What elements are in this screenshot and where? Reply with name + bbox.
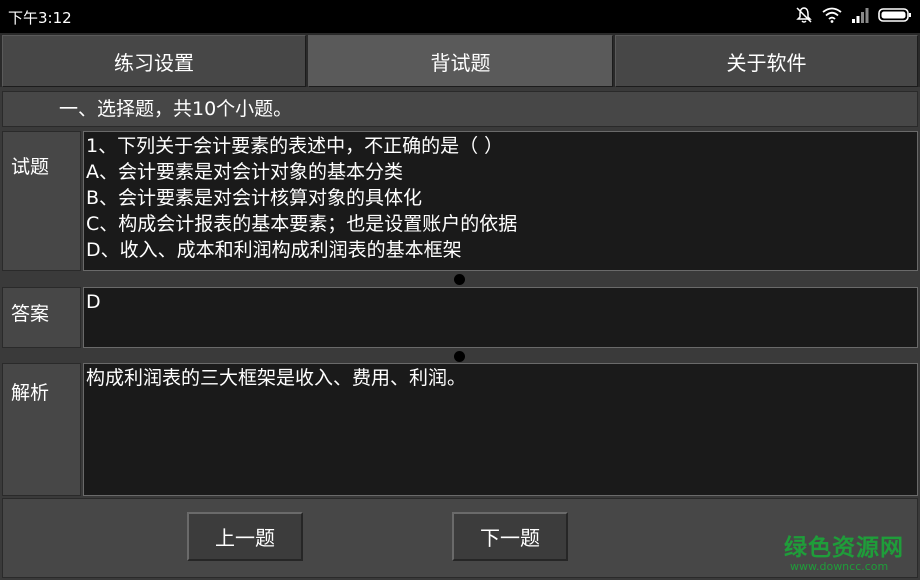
drag-handle-icon[interactable]: [454, 274, 465, 285]
answer-label: 答案: [2, 287, 81, 348]
question-line: D、收入、成本和利润构成利润表的基本框架: [86, 239, 462, 261]
question-line: B、会计要素是对会计核算对象的具体化: [86, 187, 423, 209]
watermark-title: 绿色资源网: [784, 535, 904, 561]
analysis-value: 构成利润表的三大框架是收入、费用、利润。: [86, 367, 467, 389]
question-line: A、会计要素是对会计对象的基本分类: [86, 161, 403, 183]
wifi-icon: [822, 7, 842, 23]
answer-box[interactable]: D: [83, 287, 918, 348]
status-icons: [795, 6, 912, 24]
status-time: 下午3:12: [8, 9, 72, 27]
mute-icon: [795, 6, 813, 24]
watermark-logo: 绿色资源网 www.downcc.com: [784, 528, 914, 573]
tab-bar: 练习设置 背试题 关于软件: [0, 33, 920, 87]
status-bar: 下午3:12: [0, 0, 920, 33]
resize-divider[interactable]: [2, 272, 918, 286]
question-box[interactable]: 1、下列关于会计要素的表述中，不正确的是（ ） A、会计要素是对会计对象的基本分…: [83, 131, 918, 271]
tab-about-software[interactable]: 关于软件: [615, 35, 918, 87]
drag-handle-icon[interactable]: [454, 351, 465, 362]
answer-value: D: [86, 291, 101, 313]
analysis-box[interactable]: 构成利润表的三大框架是收入、费用、利润。: [83, 363, 918, 496]
signal-icon: [851, 7, 869, 23]
bottom-nav-bar: 上一题 下一题: [2, 498, 918, 578]
section-header: 一、选择题，共10个小题。: [2, 91, 918, 127]
tab-memorize-questions[interactable]: 背试题: [308, 35, 613, 87]
next-question-button[interactable]: 下一题: [452, 512, 568, 561]
analysis-label: 解析: [2, 363, 81, 496]
question-line: C、构成会计报表的基本要素；也是设置账户的依据: [86, 213, 518, 235]
tab-practice-settings[interactable]: 练习设置: [2, 35, 306, 87]
previous-question-button[interactable]: 上一题: [187, 512, 303, 561]
question-label: 试题: [2, 131, 81, 271]
question-line: 1、下列关于会计要素的表述中，不正确的是（ ）: [86, 135, 504, 157]
battery-icon: [878, 7, 912, 23]
resize-divider[interactable]: [2, 349, 918, 363]
